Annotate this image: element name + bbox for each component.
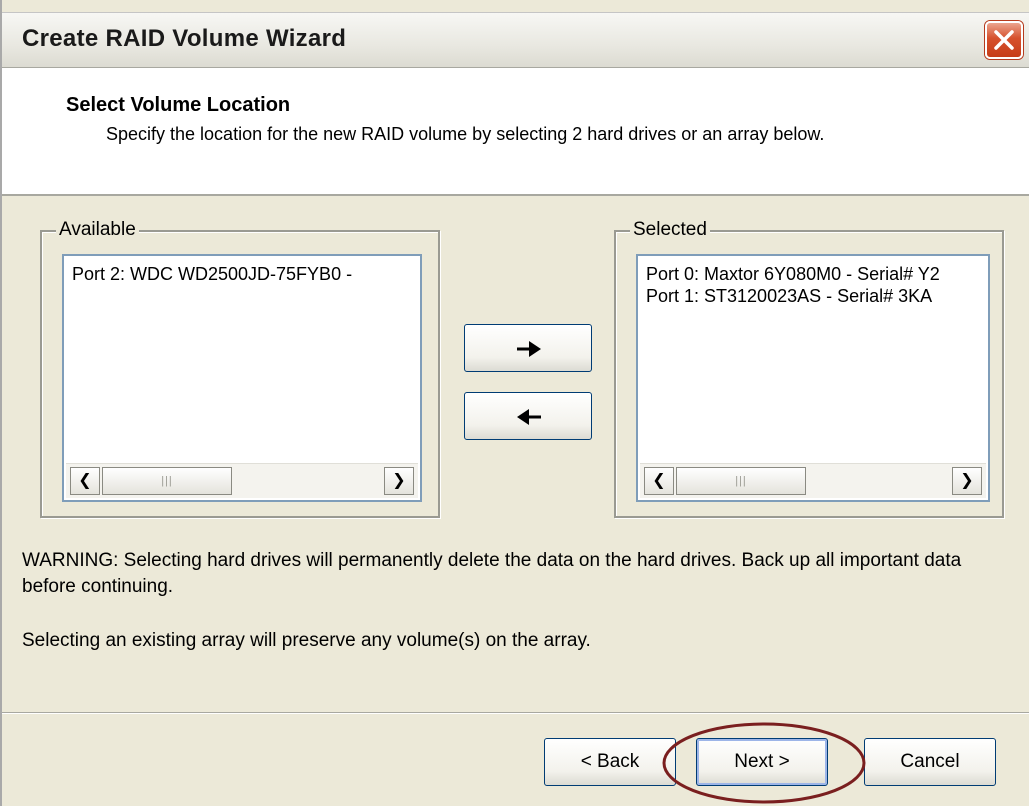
available-legend: Available [56,218,139,242]
warning-text: WARNING: Selecting hard drives will perm… [22,550,962,597]
title-bar: Create RAID Volume Wizard [2,12,1029,68]
list-item[interactable]: Port 0: Maxtor 6Y080M0 - Serial# Y2 [646,264,940,285]
scroll-right-button[interactable]: ❯ [952,467,982,495]
close-button[interactable] [985,21,1023,59]
list-item[interactable]: Port 2: WDC WD2500JD-75FYB0 - [72,264,352,285]
scroll-left-button[interactable]: ❮ [644,467,674,495]
scroll-right-button[interactable]: ❯ [384,467,414,495]
header-panel: Select Volume Location Specify the locat… [2,68,1029,196]
cancel-button[interactable]: Cancel [864,738,996,786]
scroll-left-button[interactable]: ❮ [70,467,100,495]
arrow-left-icon [517,409,541,425]
available-hscrollbar[interactable]: ❮ ||| ❯ [66,463,418,498]
remove-drive-button[interactable] [464,392,592,440]
wizard-window: Create RAID Volume Wizard Select Volume … [0,0,1029,806]
scroll-thumb[interactable]: ||| [676,467,806,495]
scroll-thumb[interactable]: ||| [102,467,232,495]
highlight-circle [662,722,866,804]
selected-hscrollbar[interactable]: ❮ ||| ❯ [640,463,986,498]
selected-listbox[interactable]: Port 0: Maxtor 6Y080M0 - Serial# Y2 Port… [636,254,990,502]
arrow-right-icon [517,341,541,357]
available-group: Available Port 2: WDC WD2500JD-75FYB0 - … [40,218,440,518]
window-title: Create RAID Volume Wizard [22,25,347,52]
page-title: Select Volume Location [66,94,291,116]
close-icon [994,30,1014,50]
list-item[interactable]: Port 1: ST3120023AS - Serial# 3KA [646,286,932,307]
add-drive-button[interactable] [464,324,592,372]
back-button[interactable]: < Back [544,738,676,786]
footer-divider [2,712,1029,714]
selected-group: Selected Port 0: Maxtor 6Y080M0 - Serial… [614,218,1004,518]
available-listbox[interactable]: Port 2: WDC WD2500JD-75FYB0 - ❮ ||| ❯ [62,254,422,502]
selected-legend: Selected [630,218,710,242]
page-description: Specify the location for the new RAID vo… [106,124,825,144]
info-text: Selecting an existing array will preserv… [22,630,591,651]
